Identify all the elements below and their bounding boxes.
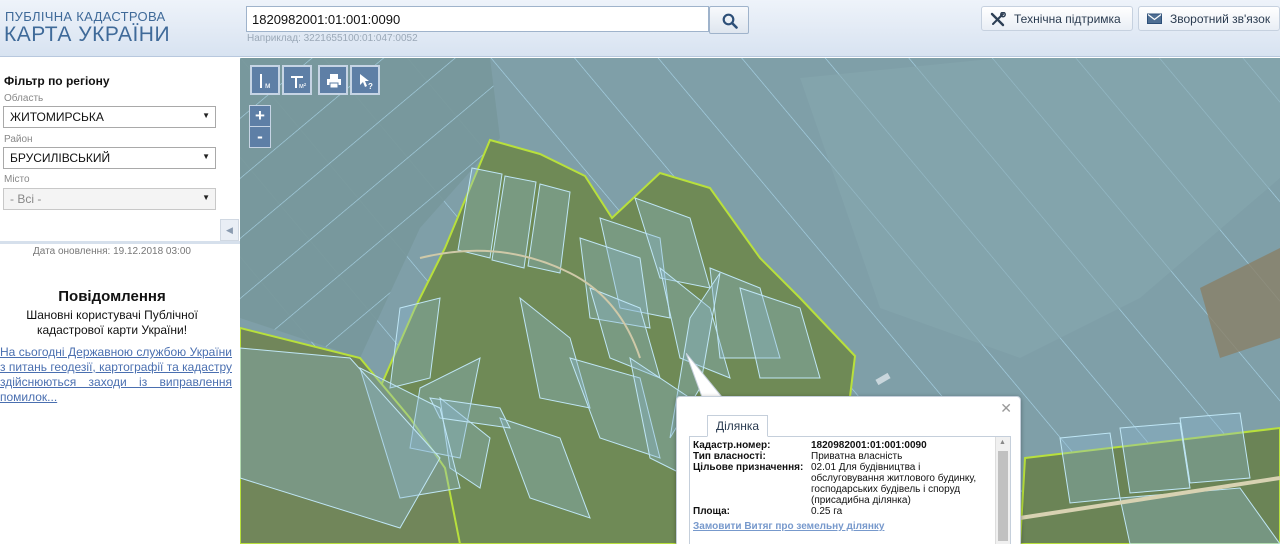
info-value: 0.25 га <box>811 506 843 517</box>
region-value: ЖИТОМИРСЬКА <box>10 110 104 124</box>
zoom-out-button[interactable]: - <box>249 126 271 148</box>
region-select[interactable]: ЖИТОМИРСЬКА ▼ <box>3 106 216 128</box>
sidebar-divider <box>0 241 240 244</box>
chevron-down-icon: ▼ <box>202 152 210 161</box>
info-key: Цільове призначення: <box>693 462 804 473</box>
search-input[interactable] <box>246 6 709 32</box>
tech-support-label: Технічна підтримка <box>1014 12 1121 26</box>
scrollbar-thumb[interactable] <box>998 451 1008 541</box>
info-row: Площа: 0.25 га <box>693 506 993 517</box>
parcel-popup: ✕ Ділянка Кадастр.номер: 1820982001:01:00… <box>676 396 1021 544</box>
svg-text:?: ? <box>368 82 373 90</box>
filter-title: Фільтр по регіону <box>4 74 110 88</box>
measure-area-button[interactable]: м² <box>282 65 312 95</box>
map-view[interactable]: м м² ? + - ✕ Ділянка Кадастр.номер: 1820… <box>240 58 1280 544</box>
sidebar-collapse-button[interactable]: ◀ <box>220 219 239 241</box>
search-button[interactable] <box>709 6 749 34</box>
header: ПУБЛІЧНА КАДАСТРОВА КАРТА УКРАЇНИ Наприк… <box>0 0 1280 57</box>
info-key: Кадастр.номер: <box>693 440 771 451</box>
tools-icon <box>990 12 1006 27</box>
parcel-info-table: Кадастр.номер: 1820982001:01:001:0090 Тип … <box>693 440 993 517</box>
info-value: 02.01 Для будівництва і обслуговування ж… <box>811 462 977 506</box>
print-icon <box>327 74 341 89</box>
district-value: БРУСИЛІВСЬКИЙ <box>10 151 111 165</box>
info-row: Цільове призначення: 02.01 Для будівництв… <box>693 462 993 506</box>
region-label: Область <box>4 93 44 104</box>
city-select[interactable]: - Всі - ▼ <box>3 188 216 210</box>
search-hint: Наприклад: 3221655100:01:047:0052 <box>247 33 418 44</box>
chevron-left-icon: ◀ <box>226 225 233 235</box>
update-date: Дата оновлення: 19.12.2018 03:00 <box>33 246 191 257</box>
area-ruler-icon: м² <box>291 76 307 90</box>
district-label: Район <box>4 134 33 145</box>
identify-icon: ? <box>360 74 373 90</box>
tab-parcel[interactable]: Ділянка <box>707 415 769 437</box>
logo-line-2[interactable]: КАРТА УКРАЇНИ <box>4 23 170 47</box>
feedback-label: Зворотний зв'язок <box>1170 12 1271 26</box>
chevron-down-icon: ▼ <box>202 193 210 202</box>
app-window: ПУБЛІЧНА КАДАСТРОВА КАРТА УКРАЇНИ Наприк… <box>0 0 1280 544</box>
svg-text:м: м <box>265 81 271 90</box>
info-value: 1820982001:01:001:0090 <box>811 440 927 451</box>
close-icon[interactable]: ✕ <box>1000 400 1012 417</box>
tech-support-button[interactable]: Технічна підтримка <box>981 6 1133 31</box>
print-button[interactable] <box>318 65 348 95</box>
info-key: Площа: <box>693 506 730 517</box>
city-value: - Всі - <box>10 192 42 206</box>
popup-scrollbar[interactable]: ▲ <box>995 437 1010 544</box>
chevron-down-icon: ▼ <box>202 111 210 120</box>
info-key: Тип власності: <box>693 451 766 462</box>
envelope-icon <box>1147 13 1162 24</box>
info-value: Приватна власність <box>811 451 903 462</box>
scroll-up-icon[interactable]: ▲ <box>999 439 1006 446</box>
zoom-in-button[interactable]: + <box>249 105 271 127</box>
popup-pointer <box>686 353 724 398</box>
sidebar: Фільтр по регіону Область ЖИТОМИРСЬКА ▼ … <box>0 58 240 544</box>
notice-title: Повідомлення <box>58 288 166 305</box>
popup-body: Кадастр.номер: 1820982001:01:001:0090 Тип … <box>689 436 1011 544</box>
identify-button[interactable]: ? <box>350 65 380 95</box>
logo-line-1[interactable]: ПУБЛІЧНА КАДАСТРОВА <box>5 9 165 24</box>
info-row: Тип власності: Приватна власність <box>693 451 993 462</box>
ruler-icon: м <box>260 74 271 90</box>
info-row: Кадастр.номер: 1820982001:01:001:0090 <box>693 440 993 451</box>
measure-distance-button[interactable]: м <box>250 65 280 95</box>
order-extract-link[interactable]: Замовити Витяг про земельну ділянку <box>693 521 884 532</box>
svg-text:м²: м² <box>299 83 307 90</box>
notice-link[interactable]: На сьогодні Державною службою України з … <box>0 345 232 405</box>
feedback-button[interactable]: Зворотний зв'язок <box>1138 6 1280 31</box>
city-label: Місто <box>4 174 30 185</box>
search-icon <box>722 13 738 29</box>
notice-greeting: Шановні користувачі Публічної кадастрово… <box>26 308 198 337</box>
district-select[interactable]: БРУСИЛІВСЬКИЙ ▼ <box>3 147 216 169</box>
